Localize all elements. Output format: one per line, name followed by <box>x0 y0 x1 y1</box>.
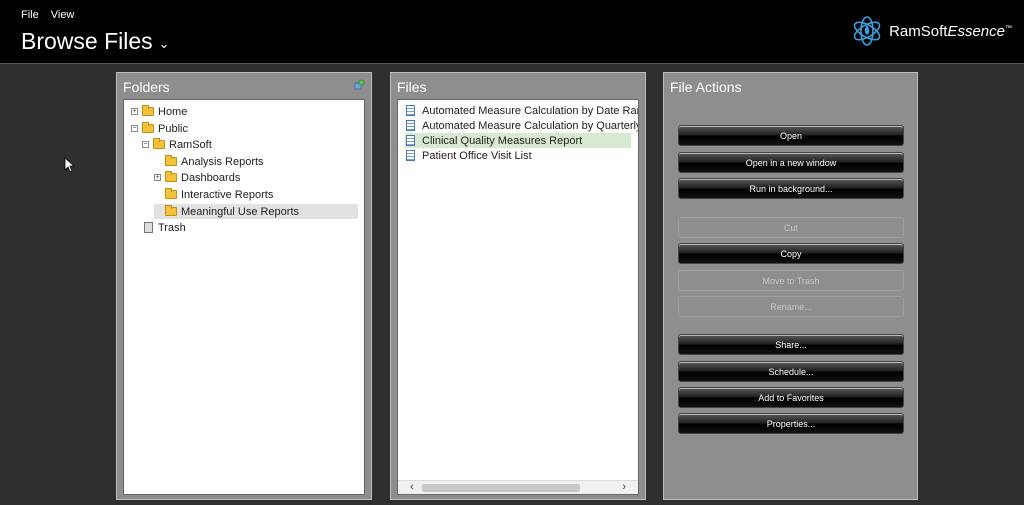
tree-node-label: Public <box>158 122 188 135</box>
tree-node-interactive-reports[interactable]: Interactive Reports <box>165 187 273 202</box>
file-item[interactable]: Automated Measure Calculation by Quarter… <box>406 118 639 133</box>
chevron-down-icon: ⌄ <box>158 35 170 51</box>
scrollbar-thumb[interactable] <box>422 484 580 492</box>
cut-button[interactable]: Cut <box>678 217 904 238</box>
tree-node-label: Dashboards <box>181 171 241 184</box>
folder-icon <box>165 155 177 166</box>
folders-panel-title: Folders <box>123 79 170 95</box>
tree-node-label: Home <box>158 105 188 118</box>
folders-panel: Folders + Home − Public − RamSoft Analys… <box>116 72 372 500</box>
properties-button[interactable]: Properties... <box>678 413 904 434</box>
file-actions-panel-title: File Actions <box>670 79 742 95</box>
trash-icon <box>144 222 153 233</box>
page-title-dropdown[interactable]: Browse Files ⌄ <box>21 28 170 55</box>
files-list: Automated Measure Calculation by Date Ra… <box>397 99 639 495</box>
copy-button[interactable]: Copy <box>678 243 904 264</box>
tree-node-home[interactable]: + Home <box>131 104 187 119</box>
tree-node-label: Interactive Reports <box>181 188 274 201</box>
add-to-favorites-button[interactable]: Add to Favorites <box>678 387 904 408</box>
files-panel-title: Files <box>397 79 427 95</box>
file-item-selected[interactable]: Clinical Quality Measures Report <box>406 133 582 148</box>
tree-node-dashboards[interactable]: + Dashboards <box>154 170 240 185</box>
tree-node-analysis-reports[interactable]: Analysis Reports <box>165 154 264 169</box>
file-actions-panel: File Actions Open Open in a new window R… <box>663 72 918 500</box>
tree-node-trash[interactable]: Trash <box>144 220 186 235</box>
page-title: Browse Files <box>21 28 153 54</box>
run-in-background-button[interactable]: Run in background... <box>678 178 904 199</box>
collapse-icon[interactable]: − <box>131 125 138 132</box>
menu-bar: File View <box>21 9 74 21</box>
menu-file[interactable]: File <box>21 9 39 21</box>
rename-button[interactable]: Rename... <box>678 296 904 317</box>
scroll-left-icon[interactable]: ‹ <box>410 481 414 493</box>
folder-icon <box>165 205 177 216</box>
folders-tree: + Home − Public − RamSoft Analysis Repor… <box>123 99 365 495</box>
scroll-right-icon[interactable]: › <box>622 481 626 493</box>
document-icon <box>406 135 415 146</box>
folder-icon <box>153 138 165 149</box>
brand-text: RamSoftEssence™ <box>889 22 1012 40</box>
file-item-label: Automated Measure Calculation by Quarter… <box>422 119 639 132</box>
expand-icon[interactable]: + <box>131 108 138 115</box>
move-to-trash-button[interactable]: Move to Trash <box>678 270 904 291</box>
tree-node-label: Trash <box>158 221 186 234</box>
folder-icon <box>142 105 154 116</box>
top-bar: File View Browse Files ⌄ RamSoftEssence™ <box>0 0 1024 64</box>
folder-icon <box>165 171 177 182</box>
tree-node-label: RamSoft <box>169 138 212 151</box>
file-item-label: Patient Office Visit List <box>422 149 532 162</box>
folder-icon <box>142 122 154 133</box>
publish-icon[interactable] <box>354 79 365 90</box>
file-item-label: Automated Measure Calculation by Date Ra… <box>422 104 639 117</box>
schedule-button[interactable]: Schedule... <box>678 361 904 382</box>
expand-icon[interactable]: + <box>154 174 161 181</box>
tree-node-public[interactable]: − Public <box>131 121 188 136</box>
open-new-window-button[interactable]: Open in a new window <box>678 152 904 173</box>
file-item-label: Clinical Quality Measures Report <box>422 134 583 147</box>
collapse-icon[interactable]: − <box>142 141 149 148</box>
folder-icon <box>165 188 177 199</box>
document-icon <box>406 150 415 161</box>
file-item[interactable]: Patient Office Visit List <box>406 148 532 163</box>
menu-view[interactable]: View <box>51 9 75 21</box>
brand-logo: RamSoftEssence™ <box>851 14 1012 48</box>
open-button[interactable]: Open <box>678 125 904 146</box>
mouse-cursor-icon <box>64 157 74 173</box>
tree-node-ramsoft[interactable]: − RamSoft <box>142 137 212 152</box>
document-icon <box>406 120 415 131</box>
file-item[interactable]: Automated Measure Calculation by Date Ra… <box>406 103 639 118</box>
atom-logo-icon <box>853 16 881 46</box>
tree-node-label: Meaningful Use Reports <box>181 205 300 218</box>
tree-node-meaningful-use-reports[interactable]: Meaningful Use Reports <box>165 204 299 219</box>
share-button[interactable]: Share... <box>678 334 904 355</box>
document-icon <box>406 105 415 116</box>
horizontal-scrollbar[interactable]: ‹ › <box>398 480 638 494</box>
files-panel: Files Automated Measure Calculation by D… <box>390 72 646 500</box>
tree-node-label: Analysis Reports <box>181 155 264 168</box>
